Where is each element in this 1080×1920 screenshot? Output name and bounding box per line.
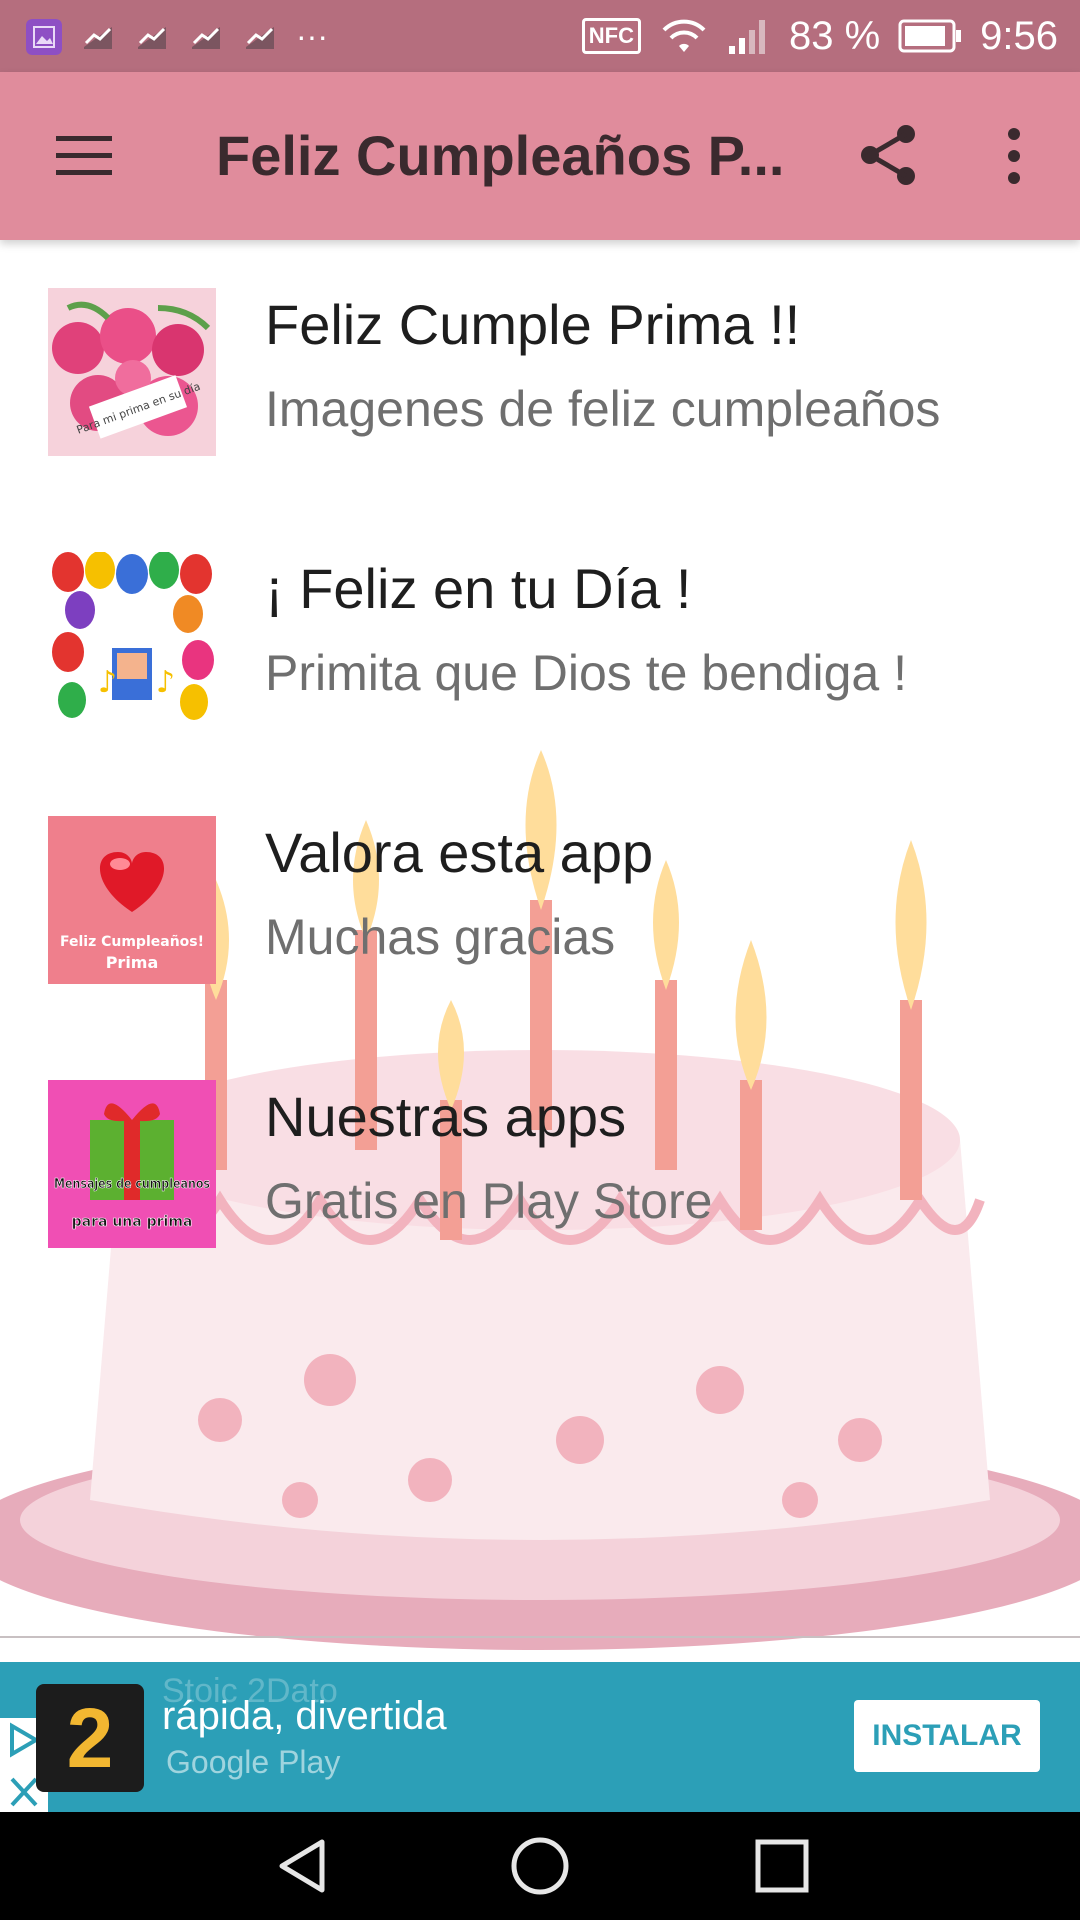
divider [0, 1636, 1080, 1638]
list-item[interactable]: Para mi prima en su día Feliz Cumple Pri… [0, 240, 1080, 504]
item-title: Nuestras apps [265, 1085, 627, 1148]
chart-notification-icon [138, 26, 166, 49]
item-subtitle: Imagenes de feliz cumpleaños [265, 381, 941, 437]
app-bar: Feliz Cumpleaños P... [0, 72, 1080, 240]
list-item[interactable]: Feliz Cumpleaños! Prima Valora esta app … [0, 768, 1080, 1032]
content-area: Para mi prima en su día Feliz Cumple Pri… [0, 240, 1080, 1662]
app-logo[interactable]: 2 [36, 1684, 144, 1792]
thumb-caption: para una prima [72, 1214, 193, 1230]
nfc-icon: NFC [581, 18, 641, 54]
battery-icon [898, 19, 962, 53]
list-item[interactable]: ♪ ♪ ¡ Feliz en tu Día ! Primita que Dios … [0, 504, 1080, 768]
svg-text:♪: ♪ [156, 665, 175, 700]
roses-image: Para mi prima en su día [48, 288, 216, 456]
item-thumbnail: Feliz Cumpleaños! Prima [48, 816, 216, 984]
menu-icon[interactable] [54, 126, 114, 186]
item-subtitle: Primita que Dios te bendiga ! [265, 645, 908, 701]
heart-image: Feliz Cumpleaños! Prima [48, 816, 216, 984]
gallery-notification-icon [26, 18, 62, 55]
item-title: Feliz Cumple Prima !! [265, 293, 801, 356]
more-vert-icon[interactable] [994, 126, 1034, 186]
item-thumbnail: Mensajes de cumpleanos para una prima [48, 1080, 216, 1248]
item-subtitle: Muchas gracias [265, 909, 616, 965]
list-item[interactable]: Mensajes de cumpleanos para una prima Nu… [0, 1032, 1080, 1296]
item-thumbnail: ♪ ♪ [48, 552, 216, 720]
chart-notification-icon [192, 26, 220, 49]
item-thumbnail: Para mi prima en su día [48, 288, 216, 456]
battery-percent: 83 % [788, 13, 881, 58]
more-notifications-indicator: ··· [296, 18, 328, 54]
notification-icons: ··· [26, 18, 328, 55]
thumb-caption: Mensajes de cumpleanos [54, 1177, 210, 1192]
status-icons: NFC 83 % 9:56 [581, 0, 1058, 72]
wifi-icon [662, 19, 706, 52]
install-button[interactable]: INSTALAR [854, 1700, 1040, 1772]
app-title: Feliz Cumpleaños P... [216, 124, 785, 187]
status-bar: ··· NFC 83 % 9:56 [0, 0, 1080, 72]
signal-icon [728, 20, 765, 54]
chart-notification-icon [84, 26, 112, 49]
chart-notification-icon [246, 26, 274, 49]
thumb-caption: Feliz Cumpleaños! [60, 934, 204, 950]
ad-store-label: Google Play [166, 1744, 341, 1780]
ad-banner[interactable]: 2 Stoic 2Dato rápida, divertida Google P… [0, 1662, 1080, 1812]
balloons-image: ♪ ♪ [48, 552, 216, 720]
thumb-caption: Prima [106, 953, 159, 972]
svg-text:♪: ♪ [98, 665, 117, 700]
share-icon[interactable] [858, 124, 920, 186]
home-icon[interactable] [510, 1836, 570, 1896]
logo-digit: 2 [66, 1691, 114, 1785]
gift-image: Mensajes de cumpleanos para una prima [48, 1080, 216, 1248]
recents-icon[interactable] [752, 1836, 812, 1896]
ad-headline: rápida, divertida [162, 1694, 447, 1738]
item-title: ¡ Feliz en tu Día ! [265, 557, 692, 620]
item-title: Valora esta app [265, 821, 654, 884]
item-subtitle: Gratis en Play Store [265, 1173, 713, 1229]
navigation-bar [0, 1812, 1080, 1920]
clock: 9:56 [980, 13, 1058, 58]
back-icon[interactable] [272, 1836, 332, 1896]
